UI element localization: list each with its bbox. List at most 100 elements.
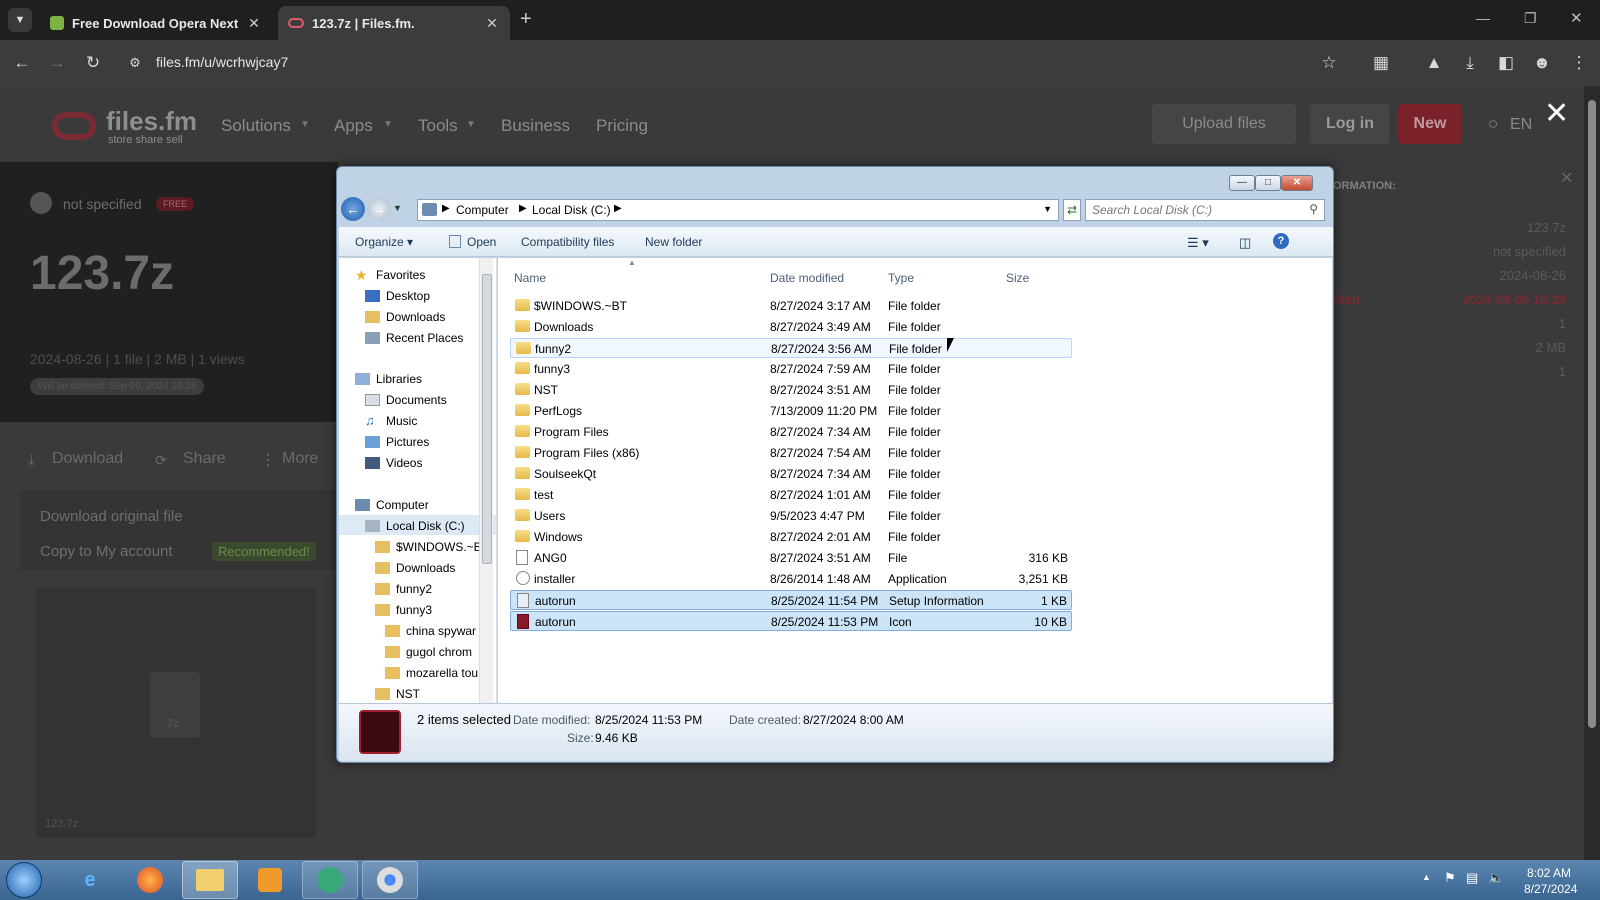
- file-row[interactable]: Program Files 8/27/2024 7:34 AM File folde…: [510, 422, 1072, 442]
- more-action[interactable]: More: [282, 450, 318, 468]
- nav-business[interactable]: Business: [501, 116, 570, 136]
- new-tab-icon[interactable]: +: [520, 8, 532, 31]
- download-icon[interactable]: ⤓: [1459, 52, 1481, 74]
- download-action-icon[interactable]: ⤓: [28, 452, 35, 469]
- chrome-icon[interactable]: [362, 861, 418, 899]
- preview-pane-icon[interactable]: ◫: [1239, 235, 1251, 251]
- firefox-icon[interactable]: [122, 861, 178, 899]
- extensions-icon[interactable]: ▦: [1370, 52, 1392, 74]
- close-tab-icon[interactable]: ✕: [246, 15, 262, 32]
- download-original-link[interactable]: Download original file: [40, 508, 183, 525]
- file-row[interactable]: test 8/27/2024 1:01 AM File folder: [510, 485, 1072, 505]
- download-action[interactable]: Download: [52, 450, 123, 468]
- file-row[interactable]: SoulseekQt 8/27/2024 7:34 AM File folder: [510, 464, 1072, 484]
- organize-button[interactable]: Organize ▾: [355, 235, 413, 249]
- file-row[interactable]: NST 8/27/2024 3:51 AM File folder: [510, 380, 1072, 400]
- site-info-icon[interactable]: ⚙: [124, 52, 146, 74]
- nav-windows-bt[interactable]: $WINDOWS.~B: [375, 540, 482, 554]
- column-type[interactable]: Type: [888, 271, 914, 285]
- breadcrumb-computer[interactable]: Computer: [456, 203, 509, 217]
- new-folder-button[interactable]: New folder: [645, 235, 702, 249]
- libraries-node[interactable]: Libraries: [355, 372, 422, 386]
- upload-files-button[interactable]: Upload files: [1152, 104, 1296, 144]
- nav-downloads[interactable]: Downloads: [365, 310, 445, 324]
- file-row[interactable]: $WINDOWS.~BT 8/27/2024 3:17 AM File folder: [510, 296, 1072, 316]
- close-info-icon[interactable]: ✕: [1560, 168, 1573, 188]
- forward-arrow-icon[interactable]: →: [367, 197, 391, 221]
- file-row-selected[interactable]: autorun 8/25/2024 11:54 PM Setup Informati…: [510, 590, 1072, 610]
- language-label[interactable]: EN: [1510, 116, 1532, 134]
- minimize-window-icon[interactable]: —: [1476, 10, 1490, 26]
- file-row[interactable]: Users 9/5/2023 4:47 PM File folder: [510, 506, 1072, 526]
- globe-icon[interactable]: ○: [1488, 114, 1498, 134]
- clock-date[interactable]: 8/27/2024: [1524, 882, 1577, 896]
- internet-explorer-icon[interactable]: e: [62, 861, 118, 899]
- copy-to-account-link[interactable]: Copy to My account: [40, 543, 173, 560]
- media-player-icon[interactable]: [242, 861, 298, 899]
- file-row[interactable]: ANG0 8/27/2024 3:51 AM File 316 KB: [510, 548, 1072, 568]
- compatibility-files-button[interactable]: Compatibility files: [521, 235, 614, 249]
- column-size[interactable]: Size: [1006, 271, 1029, 285]
- tray-expand-icon[interactable]: ▲: [1422, 872, 1431, 882]
- nav-music[interactable]: ♫ Music: [365, 414, 417, 428]
- file-row[interactable]: funny2 8/27/2024 3:56 AM File folder: [510, 338, 1072, 358]
- file-row-selected[interactable]: autorun 8/25/2024 11:53 PM Icon 10 KB: [510, 611, 1072, 631]
- close-overlay-icon[interactable]: ✕: [1544, 96, 1569, 131]
- recent-locations-icon[interactable]: ▼: [393, 203, 402, 213]
- nav-downloads-folder[interactable]: Downloads: [375, 561, 455, 575]
- files-fm-logo[interactable]: files.fm store share sell: [52, 106, 202, 146]
- nav-apps[interactable]: Apps: [334, 116, 373, 136]
- clock-time[interactable]: 8:02 AM: [1527, 866, 1571, 880]
- file-row[interactable]: funny3 8/27/2024 7:59 AM File folder: [510, 359, 1072, 379]
- nav-scrollbar[interactable]: [479, 258, 493, 703]
- nav-documents[interactable]: Documents: [365, 393, 447, 407]
- dialog-address-bar[interactable]: ▶ Computer ▶ Local Disk (C:) ▶ ▼: [417, 199, 1059, 221]
- nav-local-disk[interactable]: Local Disk (C:): [365, 519, 465, 533]
- nav-china-spyware[interactable]: china spywar: [385, 624, 476, 638]
- column-date-modified[interactable]: Date modified: [770, 271, 844, 285]
- volume-muted-icon[interactable]: 🔈: [1488, 870, 1504, 886]
- network-icon[interactable]: ▤: [1466, 870, 1478, 886]
- nav-nst[interactable]: NST: [375, 687, 420, 701]
- close-window-icon[interactable]: ✕: [1570, 9, 1583, 27]
- labs-icon[interactable]: ▲: [1423, 52, 1445, 74]
- back-icon[interactable]: ←: [11, 52, 33, 74]
- share-action[interactable]: Share: [183, 450, 226, 468]
- nav-solutions[interactable]: Solutions: [221, 116, 291, 136]
- file-row[interactable]: Windows 8/27/2024 2:01 AM File folder: [510, 527, 1072, 547]
- file-row[interactable]: installer 8/26/2014 1:48 AM Application 3,2…: [510, 569, 1072, 589]
- address-dropdown-icon[interactable]: ▼: [1043, 204, 1052, 214]
- nav-recent-places[interactable]: Recent Places: [365, 331, 463, 345]
- login-button[interactable]: Log in: [1310, 104, 1390, 144]
- forward-icon[interactable]: →: [46, 52, 68, 74]
- refresh-icon[interactable]: ⇄: [1063, 199, 1081, 221]
- breadcrumb-local-disk[interactable]: Local Disk (C:): [532, 203, 611, 217]
- close-tab-icon[interactable]: ✕: [484, 15, 500, 32]
- opera-gx-icon[interactable]: [302, 861, 358, 899]
- open-button[interactable]: Open: [467, 235, 496, 249]
- back-arrow-icon[interactable]: ←: [341, 197, 365, 221]
- file-row[interactable]: PerfLogs 7/13/2009 11:20 PM File folder: [510, 401, 1072, 421]
- new-button[interactable]: New: [1398, 104, 1462, 144]
- nav-mozarella[interactable]: mozarella tou: [385, 666, 478, 680]
- action-center-flag-icon[interactable]: ⚑: [1444, 870, 1456, 886]
- tab-files-fm[interactable]: 123.7z | Files.fm. ✕: [278, 6, 510, 40]
- reload-icon[interactable]: ↻: [82, 52, 104, 74]
- share-icon[interactable]: ⟳: [155, 452, 167, 469]
- more-icon[interactable]: ⋮: [260, 450, 276, 470]
- nav-funny3[interactable]: funny3: [375, 603, 432, 617]
- nav-desktop[interactable]: Desktop: [365, 289, 430, 303]
- nav-pricing[interactable]: Pricing: [596, 116, 648, 136]
- help-icon[interactable]: ?: [1273, 233, 1289, 249]
- restore-window-icon[interactable]: ❐: [1524, 10, 1537, 27]
- address-bar[interactable]: files.fm/u/wcrhwjcay7: [156, 54, 288, 70]
- computer-node[interactable]: Computer: [355, 498, 429, 512]
- side-panel-icon[interactable]: ◧: [1495, 52, 1517, 74]
- profile-icon[interactable]: ☻: [1531, 52, 1553, 74]
- nav-pictures[interactable]: Pictures: [365, 435, 429, 449]
- nav-videos[interactable]: Videos: [365, 456, 422, 470]
- dialog-minimize-button[interactable]: —: [1229, 175, 1255, 191]
- tab-list-button[interactable]: ▼: [8, 8, 32, 32]
- tab-opera-next[interactable]: Free Download Opera Next ✕: [40, 6, 272, 40]
- start-button-icon[interactable]: [6, 862, 42, 898]
